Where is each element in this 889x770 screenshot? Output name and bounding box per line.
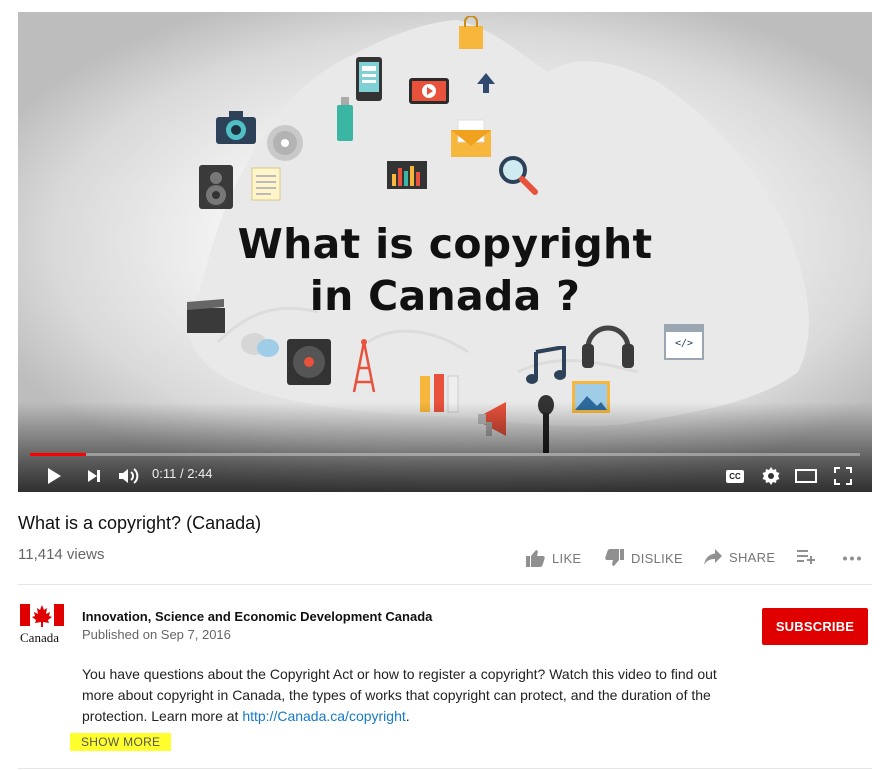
code-window-icon: </> bbox=[664, 324, 704, 360]
duration: 2:44 bbox=[187, 466, 213, 481]
time-display: 0:11 / 2:44 bbox=[152, 466, 213, 481]
like-label: LIKE bbox=[552, 550, 582, 566]
shopping-bag-icon bbox=[459, 16, 483, 49]
playlist-add-icon bbox=[797, 550, 815, 564]
publish-date: Published on Sep 7, 2016 bbox=[82, 627, 231, 642]
video-description: You have questions about the Copyright A… bbox=[82, 664, 722, 727]
headphones-icon bbox=[582, 325, 634, 368]
video-tablet-icon bbox=[409, 78, 449, 104]
cc-icon: CC bbox=[726, 469, 744, 483]
equalizer-icon bbox=[387, 161, 427, 189]
thumbs-up-icon bbox=[526, 550, 545, 567]
view-count: 11,414 views bbox=[18, 546, 105, 563]
like-button[interactable]: LIKE bbox=[526, 549, 581, 567]
dislike-button[interactable]: DISLIKE bbox=[605, 549, 683, 567]
skip-next-icon bbox=[88, 470, 100, 482]
info-divider bbox=[18, 584, 872, 585]
magnifier-icon bbox=[499, 156, 538, 195]
play-icon bbox=[48, 468, 61, 484]
thumbs-down-icon bbox=[605, 549, 624, 566]
bottom-divider bbox=[18, 768, 872, 769]
canada-flag-logo bbox=[20, 604, 64, 627]
music-notes-icon bbox=[526, 346, 566, 384]
speaker-icon bbox=[199, 165, 233, 209]
code-tag-text: </> bbox=[674, 338, 694, 349]
next-button[interactable] bbox=[84, 466, 104, 486]
progress-played bbox=[30, 453, 86, 456]
player-controls: 0:11 / 2:44 CC bbox=[18, 460, 872, 492]
fullscreen-button[interactable] bbox=[832, 465, 854, 487]
channel-avatar[interactable]: Canada bbox=[18, 604, 66, 648]
channel-name[interactable]: Innovation, Science and Economic Develop… bbox=[82, 609, 432, 624]
theater-icon bbox=[795, 469, 817, 483]
turntable-icon bbox=[287, 339, 331, 385]
settings-button[interactable] bbox=[760, 465, 782, 487]
play-button[interactable] bbox=[44, 466, 64, 486]
camera-icon bbox=[216, 111, 256, 144]
share-icon bbox=[704, 549, 722, 565]
envelope-icon bbox=[451, 119, 491, 157]
more-actions-button[interactable] bbox=[842, 556, 862, 561]
share-label: SHARE bbox=[729, 549, 776, 565]
captions-button[interactable]: CC bbox=[724, 466, 746, 486]
smartphone-icon bbox=[356, 57, 382, 101]
more-dots-icon bbox=[843, 556, 861, 561]
copyright-link[interactable]: http://Canada.ca/copyright bbox=[242, 708, 405, 724]
progress-bar[interactable] bbox=[30, 453, 860, 456]
video-title: What is a copyright? (Canada) bbox=[18, 513, 262, 533]
chat-bubbles-icon bbox=[241, 333, 279, 357]
disc-icon bbox=[267, 125, 303, 161]
radio-tower-icon bbox=[352, 339, 376, 393]
notepad-icon bbox=[251, 167, 281, 201]
logo-wordmark: Canada bbox=[20, 630, 59, 645]
fullscreen-icon bbox=[834, 467, 852, 485]
subscribe-button[interactable]: SUBSCRIBE bbox=[762, 608, 868, 645]
show-more-button[interactable]: SHOW MORE bbox=[70, 733, 172, 751]
frame-title-line2: in Canada ? bbox=[309, 272, 581, 320]
add-to-playlist-button[interactable] bbox=[797, 550, 815, 564]
description-tail: . bbox=[405, 708, 410, 724]
share-button[interactable]: SHARE bbox=[704, 549, 775, 565]
dislike-label: DISLIKE bbox=[631, 550, 683, 566]
video-player[interactable]: </> What is copyright in Canada ? 0:11 /… bbox=[18, 12, 872, 492]
upload-arrow-icon bbox=[477, 73, 495, 93]
frame-title-line1: What is copyright bbox=[237, 220, 653, 268]
volume-icon bbox=[119, 468, 139, 484]
theater-mode-button[interactable] bbox=[794, 466, 818, 486]
gear-icon bbox=[762, 467, 780, 485]
volume-button[interactable] bbox=[118, 466, 140, 486]
current-time: 0:11 bbox=[152, 466, 177, 481]
usb-drive-icon bbox=[337, 97, 353, 141]
